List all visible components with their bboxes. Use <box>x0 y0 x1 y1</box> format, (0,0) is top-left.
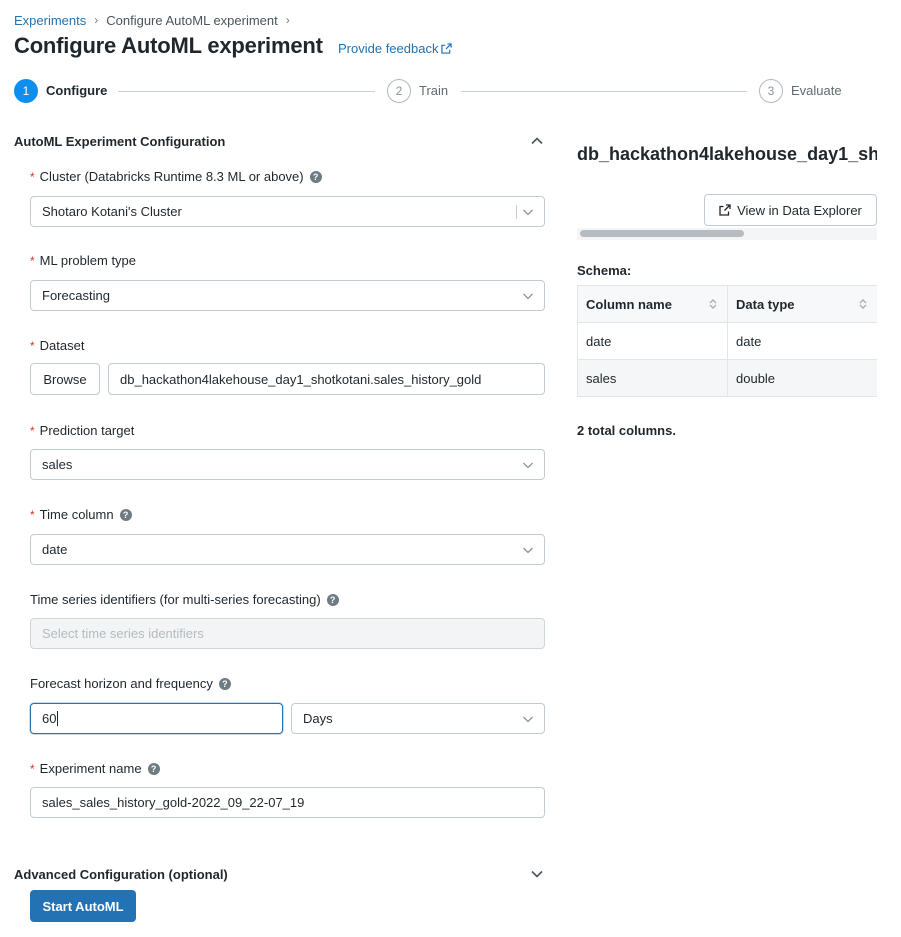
view-in-data-explorer-label: View in Data Explorer <box>737 202 862 218</box>
chevron-down-icon <box>523 293 533 300</box>
cluster-label: * Cluster (Databricks Runtime 8.3 ML or … <box>30 169 322 184</box>
column-header-name-text: Column name <box>586 296 672 312</box>
cluster-value: Shotaro Kotani's Cluster <box>42 204 182 219</box>
step-connector <box>118 91 375 92</box>
experiment-name-label: * Experiment name ? <box>30 761 160 776</box>
chevron-down-icon <box>523 209 533 216</box>
breadcrumb-experiments-link[interactable]: Experiments <box>14 13 86 28</box>
horizon-label-text: Forecast horizon and frequency <box>30 676 213 691</box>
prediction-target-label-text: Prediction target <box>39 423 135 438</box>
text-caret <box>57 711 59 726</box>
sort-icon[interactable] <box>859 298 867 310</box>
chevron-down-icon[interactable] <box>530 867 544 881</box>
problem-type-label-text: ML problem type <box>39 253 137 268</box>
breadcrumb-current[interactable]: Configure AutoML experiment <box>106 13 278 28</box>
step-connector <box>461 91 747 92</box>
dataset-input[interactable]: db_hackathon4lakehouse_day1_shotkotani.s… <box>108 363 545 395</box>
step-1-circle: 1 <box>14 79 38 103</box>
problem-type-select[interactable]: Forecasting <box>30 280 545 311</box>
experiment-name-input[interactable]: sales_sales_history_gold-2022_09_22-07_1… <box>30 787 545 818</box>
help-icon[interactable]: ? <box>326 593 339 606</box>
dataset-table-name: db_hackathon4lakehouse_day1_shotkotani.s… <box>577 144 877 164</box>
breadcrumb: Experiments › Configure AutoML experimen… <box>14 12 298 28</box>
provide-feedback-link[interactable]: Provide feedback <box>338 41 453 56</box>
series-ids-label: Time series identifiers (for multi-serie… <box>30 592 339 607</box>
cluster-label-text: Cluster (Databricks Runtime 8.3 ML or ab… <box>39 169 304 184</box>
step-configure-label: Configure <box>46 83 108 98</box>
time-column-value: date <box>42 542 68 557</box>
required-marker: * <box>30 253 35 268</box>
row-data-type: double <box>736 370 776 386</box>
select-divider <box>516 205 517 219</box>
experiment-name-value: sales_sales_history_gold-2022_09_22-07_1… <box>42 795 305 810</box>
help-icon[interactable]: ? <box>119 508 132 521</box>
required-marker: * <box>30 423 35 438</box>
series-ids-placeholder: Select time series identifiers <box>42 626 204 641</box>
table-row: date date <box>578 323 877 360</box>
page-title: Configure AutoML experiment <box>14 33 323 58</box>
feedback-label: Provide feedback <box>338 41 439 56</box>
problem-type-label: * ML problem type <box>30 253 136 268</box>
chevron-down-icon <box>523 462 533 469</box>
chevron-down-icon <box>523 716 533 723</box>
prediction-target-select[interactable]: sales <box>30 449 545 480</box>
prediction-target-value: sales <box>42 457 73 472</box>
row-data-type: date <box>736 333 762 349</box>
dataset-label: * Dataset <box>30 338 84 353</box>
series-ids-select[interactable]: Select time series identifiers <box>30 618 545 649</box>
external-link-icon <box>719 204 731 216</box>
step-train-label: Train <box>419 83 449 98</box>
experiment-name-label-text: Experiment name <box>39 761 142 776</box>
problem-type-value: Forecasting <box>42 288 110 303</box>
chevron-right-icon: › <box>285 13 290 27</box>
step-3-circle: 3 <box>759 79 783 103</box>
time-column-label: * Time column ? <box>30 507 132 522</box>
required-marker: * <box>30 761 35 776</box>
total-columns-text: 2 total columns. <box>577 423 676 438</box>
cluster-select[interactable]: Shotaro Kotani's Cluster <box>30 196 545 227</box>
schema-table: Column name Data type date date sales do… <box>577 285 877 397</box>
horizon-input[interactable]: 60 <box>30 703 283 734</box>
column-header-type[interactable]: Data type <box>728 286 877 322</box>
required-marker: * <box>30 169 35 184</box>
chevron-right-icon: › <box>94 13 99 27</box>
help-icon[interactable]: ? <box>218 677 231 690</box>
chevron-down-icon <box>523 547 533 554</box>
dataset-label-text: Dataset <box>39 338 85 353</box>
help-icon[interactable]: ? <box>309 170 322 183</box>
table-row: sales double <box>578 360 877 397</box>
wizard-steps: 1 Configure 2 Train 3 Evaluate <box>14 79 874 103</box>
required-marker: * <box>30 507 35 522</box>
series-ids-label-text: Time series identifiers (for multi-serie… <box>30 592 321 607</box>
required-marker: * <box>30 338 35 353</box>
advanced-config-title[interactable]: Advanced Configuration (optional) <box>14 867 228 882</box>
row-column-name: sales <box>578 360 728 396</box>
help-icon[interactable]: ? <box>147 762 160 775</box>
start-automl-button[interactable]: Start AutoML <box>30 890 136 922</box>
chevron-up-icon[interactable] <box>530 134 544 148</box>
frequency-select[interactable]: Days <box>291 703 545 734</box>
table-header-row: Column name Data type <box>578 286 877 323</box>
dataset-value: db_hackathon4lakehouse_day1_shotkotani.s… <box>120 371 482 387</box>
section-title: AutoML Experiment Configuration <box>14 134 226 149</box>
external-link-icon <box>441 43 453 54</box>
browse-button[interactable]: Browse <box>30 363 100 395</box>
sort-icon[interactable] <box>709 298 717 310</box>
frequency-value: Days <box>303 711 333 726</box>
scrollbar-thumb[interactable] <box>580 230 744 237</box>
time-column-select[interactable]: date <box>30 534 545 565</box>
row-column-name: date <box>578 323 728 359</box>
horizon-value: 60 <box>42 711 57 726</box>
column-header-name[interactable]: Column name <box>578 286 728 322</box>
view-in-data-explorer-button[interactable]: View in Data Explorer <box>704 194 877 226</box>
time-column-label-text: Time column <box>39 507 114 522</box>
step-2-circle: 2 <box>387 79 411 103</box>
step-evaluate-label: Evaluate <box>791 83 842 98</box>
schema-label: Schema: <box>577 263 632 278</box>
column-header-type-text: Data type <box>736 296 795 312</box>
prediction-target-label: * Prediction target <box>30 423 134 438</box>
horizon-label: Forecast horizon and frequency ? <box>30 676 231 691</box>
